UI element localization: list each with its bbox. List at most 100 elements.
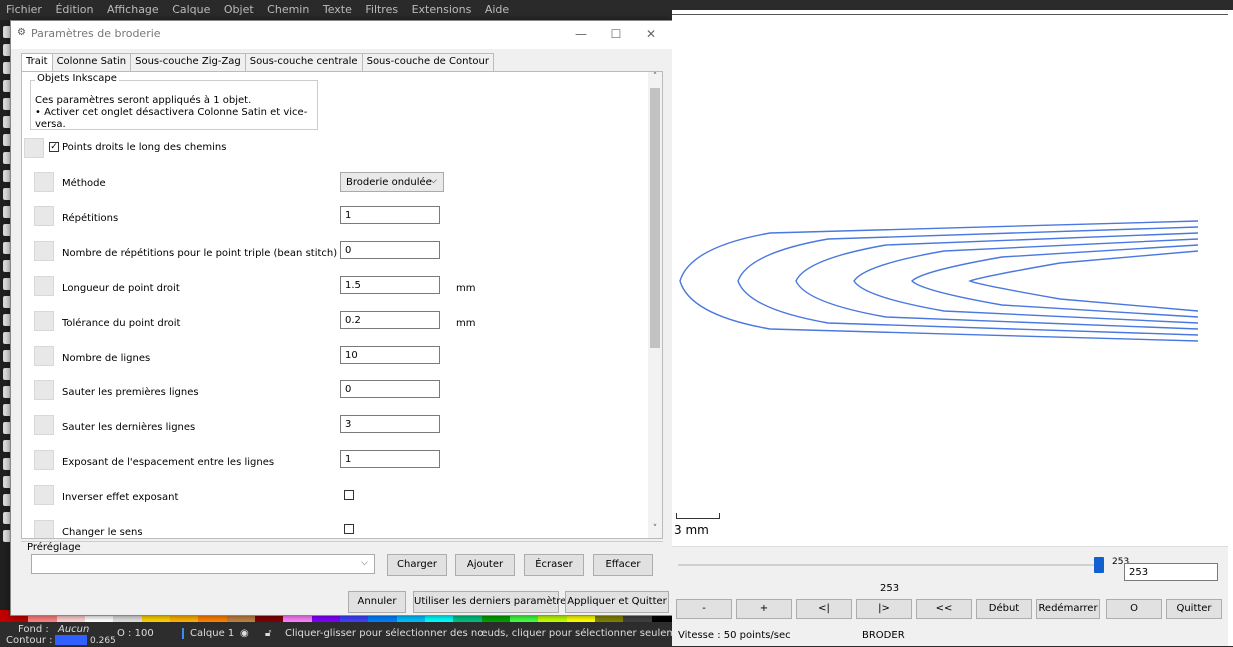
opacity-control[interactable]: O : 100 [117, 628, 154, 639]
params-scrollbar[interactable]: ˄ ˅ [648, 72, 662, 538]
skip-last-label: Sauter les dernières lignes [62, 422, 196, 433]
param-toggle[interactable] [34, 241, 54, 261]
menu-aide[interactable]: Aide [485, 3, 509, 16]
enable-toggle-square[interactable] [24, 138, 44, 158]
tolerance-label: Tolérance du point droit [62, 318, 181, 329]
reverse-checkbox[interactable] [344, 524, 354, 534]
menu-calque[interactable]: Calque [172, 3, 210, 16]
tab-contour[interactable]: Sous-couche de Contour [361, 53, 494, 71]
dialog-titlebar[interactable]: ⚙ Paramètres de broderie — ☐ ✕ [11, 21, 672, 49]
invert-checkbox[interactable] [344, 490, 354, 500]
stitch-row [679, 220, 1199, 342]
tab-zigzag[interactable]: Sous-couche Zig-Zag [130, 53, 246, 71]
lock-icon[interactable]: 🔓︎ [265, 628, 271, 639]
menu-extensions[interactable]: Extensions [412, 3, 472, 16]
menu-chemin[interactable]: Chemin [267, 3, 309, 16]
chevron-down-icon[interactable]: ˅ [648, 524, 662, 538]
param-toggle[interactable] [34, 346, 54, 366]
app-icon: ⚙ [17, 27, 26, 38]
chevron-up-icon[interactable]: ˄ [648, 72, 662, 86]
length-input[interactable]: 1.5 [340, 276, 440, 294]
step-back-button[interactable]: <| [796, 599, 852, 619]
param-toggle[interactable] [34, 172, 54, 192]
skip-last-input[interactable]: 3 [340, 415, 440, 433]
quit-button[interactable]: Quitter [1166, 599, 1222, 619]
inkscape-menubar: Fichier Édition Affichage Calque Objet C… [0, 0, 680, 20]
menu-edition[interactable]: Édition [55, 3, 93, 16]
tab-trait[interactable]: Trait [21, 53, 53, 72]
maximize-button[interactable]: ☐ [601, 23, 631, 45]
reverse-button[interactable]: << [916, 599, 972, 619]
invert-label: Inverser effet exposant [62, 492, 179, 503]
exponent-input[interactable]: 1 [340, 450, 440, 468]
skip-first-input[interactable]: 0 [340, 380, 440, 398]
stroke-width[interactable]: 0.265 [90, 636, 116, 646]
close-button[interactable]: ✕ [636, 23, 666, 45]
command-label: BRODER [862, 630, 905, 641]
stroke-swatch[interactable] [55, 635, 87, 645]
enable-checkbox[interactable]: ✓ [49, 142, 59, 152]
tolerance-input[interactable]: 0.2 [340, 311, 440, 329]
stitch-simulator: 3 mm 253 253 253 - + <| |> << Début Redé… [672, 10, 1233, 646]
group-title: Objets Inkscape [35, 73, 119, 84]
group-line-1: Ces paramètres seront appliqués à 1 obje… [35, 95, 252, 106]
overwrite-button[interactable]: Écraser [524, 554, 584, 576]
tab-centrale[interactable]: Sous-couche centrale [244, 53, 363, 71]
scale-bar [676, 513, 720, 519]
simulator-controls: 253 253 253 - + <| |> << Début Redémarre… [672, 546, 1228, 646]
method-select[interactable]: Broderie ondulée ⌵ [340, 172, 444, 192]
stitch-preview [679, 220, 1199, 342]
scale-label: 3 mm [674, 523, 709, 537]
objects-groupbox: Objets Inkscape Ces paramètres seront ap… [30, 73, 318, 130]
param-toggle[interactable] [34, 485, 54, 505]
menu-fichier[interactable]: Fichier [6, 3, 42, 16]
fill-label: Fond : [18, 624, 49, 635]
minimize-button[interactable]: — [566, 23, 596, 45]
cancel-button[interactable]: Annuler [348, 591, 406, 613]
step-forward-button[interactable]: |> [856, 599, 912, 619]
preset-combo[interactable]: ⌵ [31, 554, 375, 574]
repeats-input[interactable]: 1 [340, 206, 440, 224]
faster-button[interactable]: + [736, 599, 792, 619]
bean-input[interactable]: 0 [340, 241, 440, 259]
menu-filtres[interactable]: Filtres [365, 3, 398, 16]
dialog-title: Paramètres de broderie [31, 27, 161, 40]
preset-section: Préréglage ⌵ Charger Ajouter Écraser Eff… [21, 541, 663, 585]
menu-affichage[interactable]: Affichage [107, 3, 159, 16]
start-button[interactable]: Début [976, 599, 1032, 619]
menu-objet[interactable]: Objet [224, 3, 254, 16]
layer-selector[interactable]: Calque 1 [182, 628, 234, 639]
length-unit: mm [456, 283, 476, 294]
frame-slider-thumb[interactable] [1094, 557, 1104, 573]
slower-button[interactable]: - [676, 599, 732, 619]
add-button[interactable]: Ajouter [455, 554, 515, 576]
reverse-label: Changer le sens [62, 527, 143, 538]
param-toggle[interactable] [34, 450, 54, 470]
pause-button[interactable]: O [1106, 599, 1162, 619]
fill-value[interactable]: Aucun [58, 624, 89, 635]
eye-icon[interactable]: ◉ [240, 628, 249, 639]
param-toggle[interactable] [34, 276, 54, 296]
speed-label: Vitesse : 50 points/sec [678, 630, 791, 641]
tab-colonne-satin[interactable]: Colonne Satin [51, 53, 132, 71]
delete-button[interactable]: Effacer [593, 554, 653, 576]
load-button[interactable]: Charger [387, 554, 447, 576]
chevron-down-icon: ⌵ [430, 176, 437, 186]
apply-quit-button[interactable]: Appliquer et Quitter [565, 591, 669, 613]
stitch-row [737, 226, 1199, 336]
tab-bar: Trait Colonne Satin Sous-couche Zig-Zag … [21, 53, 494, 72]
param-toggle[interactable] [34, 311, 54, 331]
preset-label: Préréglage [27, 542, 81, 553]
frame-slider[interactable] [678, 564, 1102, 566]
menu-texte[interactable]: Texte [323, 3, 352, 16]
frame-input[interactable]: 253 [1124, 563, 1218, 581]
restart-button[interactable]: Redémarrer [1036, 599, 1100, 619]
stitch-row [911, 244, 1199, 318]
param-toggle[interactable] [34, 206, 54, 226]
scroll-thumb[interactable] [650, 88, 660, 348]
param-toggle[interactable] [34, 520, 54, 538]
use-last-button[interactable]: Utiliser les derniers paramètres [413, 591, 572, 613]
param-toggle[interactable] [34, 380, 54, 400]
param-toggle[interactable] [34, 415, 54, 435]
lines-input[interactable]: 10 [340, 346, 440, 364]
